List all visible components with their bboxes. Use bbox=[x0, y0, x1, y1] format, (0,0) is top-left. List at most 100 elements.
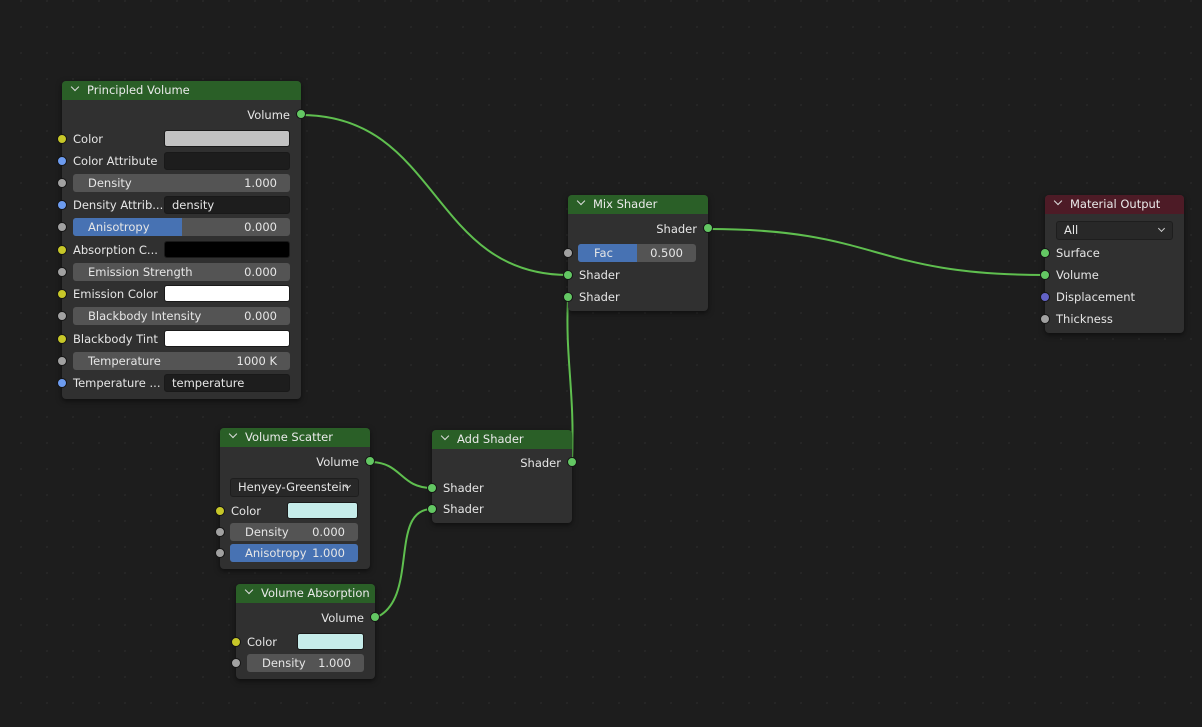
anisotropy-slider[interactable]: Anisotropy 0.000 bbox=[73, 218, 290, 236]
input-socket-fac[interactable] bbox=[563, 248, 573, 258]
output-socket-shader[interactable] bbox=[703, 223, 713, 233]
input-socket-shader-2[interactable] bbox=[427, 504, 437, 514]
node-title: Volume Absorption bbox=[261, 586, 370, 600]
slider-label: Density bbox=[88, 176, 132, 190]
color-attribute-field[interactable] bbox=[164, 152, 290, 170]
node-mix-shader[interactable]: Mix Shader Shader Fac 0.500 Shader Shade… bbox=[563, 195, 713, 311]
node-header[interactable]: Add Shader bbox=[432, 430, 572, 449]
input-label: Thickness bbox=[1056, 312, 1113, 326]
density-slider[interactable]: Density 1.000 bbox=[73, 174, 290, 192]
emission-color-swatch[interactable] bbox=[164, 285, 290, 302]
chevron-down-icon[interactable] bbox=[440, 431, 450, 441]
fac-slider[interactable]: Fac 0.500 bbox=[578, 244, 696, 262]
node-material-output[interactable]: Material Output All Surface Volume Displ… bbox=[1040, 195, 1184, 333]
input-socket-color[interactable] bbox=[57, 134, 67, 144]
input-row-emission-strength: Emission Strength 0.000 bbox=[57, 261, 301, 283]
output-label: Shader bbox=[656, 222, 697, 236]
input-socket-blackbody-intensity[interactable] bbox=[57, 311, 67, 321]
color-swatch[interactable] bbox=[297, 633, 364, 650]
input-socket-absorption-color[interactable] bbox=[57, 245, 67, 255]
link-mix-to-output[interactable] bbox=[707, 228, 1046, 276]
slider-label: Fac bbox=[594, 246, 613, 260]
node-header[interactable]: Volume Scatter bbox=[220, 428, 370, 447]
input-row-density: Density 1.000 bbox=[57, 172, 301, 194]
input-label: Emission Color bbox=[73, 287, 158, 301]
input-row-absorption-color: Absorption C... bbox=[57, 239, 301, 261]
link-scatter-to-add[interactable] bbox=[369, 461, 433, 489]
blackbody-tint-swatch[interactable] bbox=[164, 330, 290, 347]
node-add-shader[interactable]: Add Shader Shader Shader Shader bbox=[427, 430, 577, 523]
output-socket-shader[interactable] bbox=[567, 457, 577, 467]
input-socket-displacement[interactable] bbox=[1040, 292, 1050, 302]
density-attribute-field[interactable]: density bbox=[164, 196, 290, 214]
input-socket-emission-color[interactable] bbox=[57, 289, 67, 299]
input-socket-anisotropy[interactable] bbox=[215, 548, 225, 558]
node-principled-volume[interactable]: Principled Volume Volume Color Color Att… bbox=[57, 81, 306, 399]
input-label: Temperature ... bbox=[73, 376, 161, 390]
phase-dropdown[interactable]: Henyey-Greenstein bbox=[230, 478, 359, 497]
input-row-shader-2: Shader bbox=[427, 498, 572, 520]
target-dropdown[interactable]: All bbox=[1056, 221, 1173, 240]
input-socket-density[interactable] bbox=[57, 178, 67, 188]
chevron-down-icon[interactable] bbox=[244, 585, 254, 595]
slider-label: Density bbox=[262, 656, 306, 670]
input-socket-density[interactable] bbox=[231, 658, 241, 668]
input-socket-color[interactable] bbox=[231, 637, 241, 647]
blackbody-intensity-slider[interactable]: Blackbody Intensity 0.000 bbox=[73, 307, 290, 325]
emission-strength-slider[interactable]: Emission Strength 0.000 bbox=[73, 263, 290, 281]
temperature-slider[interactable]: Temperature 1000 K bbox=[73, 352, 290, 370]
chevron-down-icon[interactable] bbox=[228, 429, 238, 439]
input-socket-blackbody-tint[interactable] bbox=[57, 334, 67, 344]
slider-value: 0.000 bbox=[244, 265, 277, 279]
absorption-color-swatch[interactable] bbox=[164, 241, 290, 258]
dropdown-value: All bbox=[1064, 223, 1079, 237]
output-socket-volume[interactable] bbox=[370, 612, 380, 622]
input-row-density: Density 0.000 bbox=[215, 521, 370, 543]
input-label: Color Attribute bbox=[73, 154, 158, 168]
node-header[interactable]: Principled Volume bbox=[62, 81, 301, 100]
output-socket-volume[interactable] bbox=[296, 109, 306, 119]
input-socket-density[interactable] bbox=[215, 527, 225, 537]
chevron-down-icon[interactable] bbox=[1053, 196, 1063, 206]
anisotropy-slider[interactable]: Anisotropy 1.000 bbox=[230, 544, 358, 562]
input-row-blackbody-tint: Blackbody Tint bbox=[57, 328, 301, 350]
node-volume-absorption[interactable]: Volume Absorption Volume Color Density 1… bbox=[231, 584, 380, 679]
input-socket-thickness[interactable] bbox=[1040, 314, 1050, 324]
input-socket-volume[interactable] bbox=[1040, 270, 1050, 280]
phase-row: Henyey-Greenstein bbox=[220, 476, 370, 498]
input-socket-density-attribute[interactable] bbox=[57, 200, 67, 210]
chevron-down-icon[interactable] bbox=[576, 196, 586, 206]
output-label: Volume bbox=[247, 108, 290, 122]
node-header[interactable]: Mix Shader bbox=[568, 195, 708, 214]
input-socket-shader-2[interactable] bbox=[563, 292, 573, 302]
input-row-color: Color bbox=[231, 631, 375, 653]
slider-label: Temperature bbox=[88, 354, 161, 368]
node-header[interactable]: Material Output bbox=[1045, 195, 1184, 214]
input-socket-anisotropy[interactable] bbox=[57, 222, 67, 232]
input-socket-temperature-attribute[interactable] bbox=[57, 378, 67, 388]
input-socket-shader-1[interactable] bbox=[427, 483, 437, 493]
color-swatch[interactable] bbox=[287, 502, 358, 519]
input-socket-shader-1[interactable] bbox=[563, 270, 573, 280]
density-slider[interactable]: Density 0.000 bbox=[230, 523, 358, 541]
link-principled-to-mix[interactable] bbox=[300, 114, 569, 276]
slider-value: 0.000 bbox=[312, 525, 345, 539]
input-socket-emission-strength[interactable] bbox=[57, 267, 67, 277]
density-slider[interactable]: Density 1.000 bbox=[247, 654, 364, 672]
input-socket-surface[interactable] bbox=[1040, 248, 1050, 258]
input-row-temperature: Temperature 1000 K bbox=[57, 350, 301, 372]
node-volume-scatter[interactable]: Volume Scatter Volume Henyey-Greenstein … bbox=[215, 428, 375, 569]
input-label: Blackbody Tint bbox=[73, 332, 158, 346]
input-socket-color[interactable] bbox=[215, 506, 225, 516]
slider-label: Blackbody Intensity bbox=[88, 309, 202, 323]
node-header[interactable]: Volume Absorption bbox=[236, 584, 375, 603]
link-absorption-to-add[interactable] bbox=[374, 508, 433, 619]
input-socket-temperature[interactable] bbox=[57, 356, 67, 366]
input-row-temperature-attribute: Temperature ... temperature bbox=[57, 372, 301, 394]
input-socket-color-attribute[interactable] bbox=[57, 156, 67, 166]
target-row: All bbox=[1045, 220, 1184, 242]
chevron-down-icon[interactable] bbox=[70, 82, 80, 92]
temperature-attribute-field[interactable]: temperature bbox=[164, 374, 290, 392]
output-socket-volume[interactable] bbox=[365, 456, 375, 466]
color-swatch[interactable] bbox=[164, 130, 290, 147]
